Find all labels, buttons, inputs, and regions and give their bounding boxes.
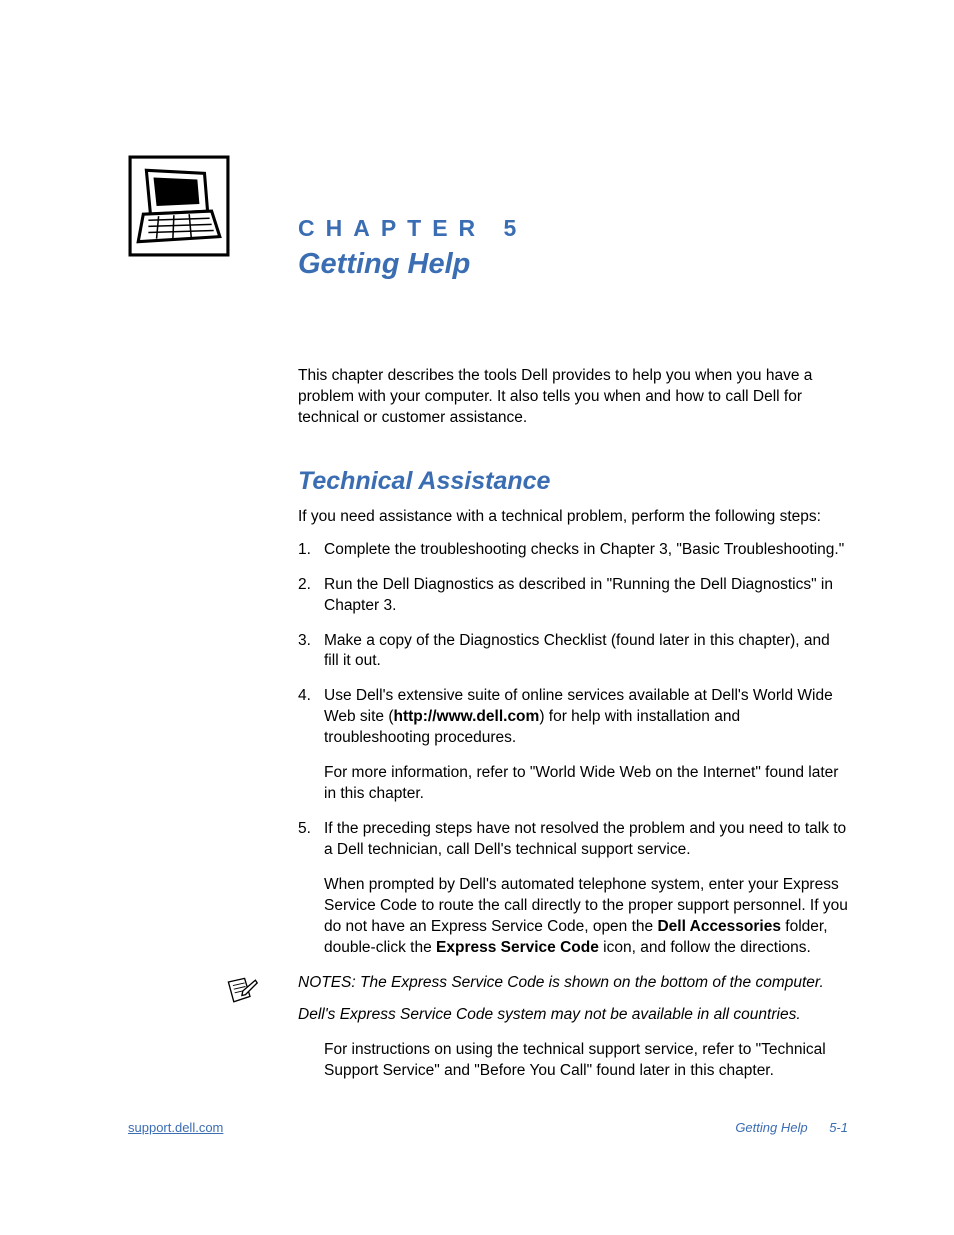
note-icon xyxy=(223,973,259,1009)
step-number: 5. xyxy=(298,819,324,959)
step-item: 5.If the preceding steps have not resolv… xyxy=(298,819,848,959)
step-number: 1. xyxy=(298,540,324,561)
notes-block: NOTES: The Express Service Code is shown… xyxy=(128,973,848,1039)
step-body: Make a copy of the Diagnostics Checklist… xyxy=(324,631,848,673)
step-body: Run the Dell Diagnostics as described in… xyxy=(324,575,848,617)
footer-chapter-name: Getting Help xyxy=(735,1120,807,1135)
section-heading: Technical Assistance xyxy=(298,467,848,496)
step-paragraph: For more information, refer to "World Wi… xyxy=(324,763,848,805)
step-item: 1.Complete the troubleshooting checks in… xyxy=(298,540,848,561)
step-item: 4.Use Dell's extensive suite of online s… xyxy=(298,686,848,805)
section-intro: If you need assistance with a technical … xyxy=(298,508,848,526)
intro-paragraph: This chapter describes the tools Dell pr… xyxy=(298,366,848,429)
step-paragraph: Use Dell's extensive suite of online ser… xyxy=(324,686,848,749)
chapter-title: Getting Help xyxy=(298,248,527,281)
step-paragraph: Make a copy of the Diagnostics Checklist… xyxy=(324,631,848,673)
footer-page-number: 5-1 xyxy=(829,1120,848,1135)
step-body: If the preceding steps have not resolved… xyxy=(324,819,848,959)
step-list: 1.Complete the troubleshooting checks in… xyxy=(298,540,848,959)
step-body: Complete the troubleshooting checks in C… xyxy=(324,540,848,561)
step-paragraph: Run the Dell Diagnostics as described in… xyxy=(324,575,848,617)
step-paragraph: If the preceding steps have not resolved… xyxy=(324,819,848,861)
laptop-icon xyxy=(128,155,230,257)
step-paragraph: Complete the troubleshooting checks in C… xyxy=(324,540,848,561)
step-body: Use Dell's extensive suite of online ser… xyxy=(324,686,848,805)
step-item: 3.Make a copy of the Diagnostics Checkli… xyxy=(298,631,848,673)
chapter-header: CHAPTER 5 Getting Help xyxy=(128,160,848,281)
step-item: 2.Run the Dell Diagnostics as described … xyxy=(298,575,848,617)
step-number: 4. xyxy=(298,686,324,805)
chapter-label: CHAPTER 5 xyxy=(298,215,527,242)
footer-link[interactable]: support.dell.com xyxy=(128,1120,223,1135)
tail-paragraph: For instructions on using the technical … xyxy=(324,1040,848,1082)
note-paragraph: Dell's Express Service Code system may n… xyxy=(298,1005,848,1026)
step-paragraph: When prompted by Dell's automated teleph… xyxy=(324,875,848,959)
step-number: 2. xyxy=(298,575,324,617)
note-paragraph: NOTES: The Express Service Code is shown… xyxy=(298,973,848,994)
page-footer: support.dell.com Getting Help 5-1 xyxy=(128,1120,848,1135)
step-number: 3. xyxy=(298,631,324,673)
